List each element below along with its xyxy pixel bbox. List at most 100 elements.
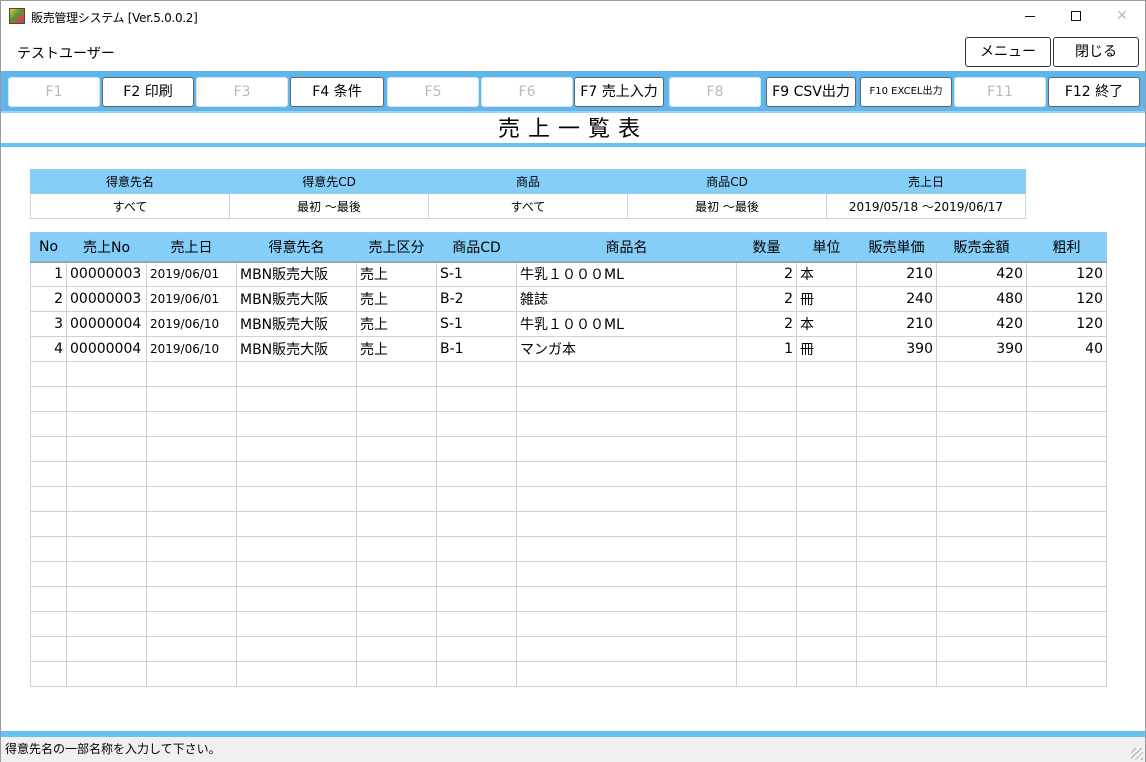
table-row[interactable]: 4 00000004 2019/06/10 MBN販売大阪 売上 B-1 マンガ本 1 冊 390… [30,336,1107,362]
table-cell [146,661,237,687]
table-cell [796,361,857,387]
fkey-f3-button[interactable]: F3 [196,77,288,107]
table-cell [796,486,857,512]
table-cell [1026,361,1107,387]
table-cell [1026,436,1107,462]
column-header[interactable]: 粗利 [1026,232,1107,262]
table-cell [356,661,437,687]
condition-value[interactable]: すべて [428,193,628,219]
table-cell: 2 [736,260,797,287]
app-window: 販売管理システム [Ver.5.0.0.2] ✕ テストユーザー メニュー 閉じ… [0,0,1146,762]
table-cell [736,436,797,462]
table-cell: 120 [1026,260,1107,287]
table-cell [146,411,237,437]
table-cell [796,461,857,487]
table-cell [936,511,1027,537]
table-cell: 120 [1026,311,1107,337]
table-cell [356,636,437,662]
table-cell [236,586,357,612]
table-row[interactable]: 3 00000004 2019/06/10 MBN販売大阪 売上 S-1 牛乳１０００ML 2… [30,311,1107,337]
status-bar: 得意先名の一部名称を入力して下さい。 [1,737,1145,762]
table-cell [146,636,237,662]
table-cell [736,461,797,487]
table-cell [936,561,1027,587]
fkey-f5-button[interactable]: F5 [387,77,479,107]
table-row[interactable]: 2 00000003 2019/06/01 MBN販売大阪 売上 B-2 雑誌 2 冊 240 48… [30,286,1107,312]
table-cell [1026,411,1107,437]
table-cell [1026,561,1107,587]
menu-button[interactable]: メニュー [965,37,1051,67]
table-cell: 冊 [796,336,857,362]
table-cell: 00000004 [66,311,147,337]
fkey-f4-button[interactable]: F4 条件 [290,77,384,107]
table-cell: 390 [936,336,1027,362]
sales-grid[interactable]: No 売上No 売上日 得意先名 売上区分 商品CD 商品名 数量 単位 販売単価 販売金額 粗利 1… [30,232,1107,687]
column-header[interactable]: 商品名 [516,232,737,262]
title-bar[interactable]: 販売管理システム [Ver.5.0.0.2] ✕ [1,1,1145,32]
table-row-empty[interactable] [30,386,1107,412]
table-cell: 牛乳１０００ML [516,260,737,287]
table-row-empty[interactable] [30,436,1107,462]
condition-value[interactable]: 最初 ～最後 [229,193,429,219]
column-header[interactable]: 売上区分 [356,232,437,262]
table-row-empty[interactable] [30,611,1107,637]
column-header[interactable]: 得意先名 [236,232,357,262]
column-header[interactable]: 単位 [796,232,857,262]
fkey-f12-button[interactable]: F12 終了 [1048,77,1140,107]
column-header[interactable]: No [30,232,67,262]
fkey-f10-button[interactable]: F10 EXCEL出力 [860,77,952,107]
fkey-f7-button[interactable]: F7 売上入力 [574,77,664,107]
column-header[interactable]: 売上No [66,232,147,262]
table-cell: 2 [736,311,797,337]
table-cell [936,611,1027,637]
maximize-button[interactable] [1053,1,1099,32]
fkey-f2-button[interactable]: F2 印刷 [102,77,194,107]
fkey-f11-button[interactable]: F11 [954,77,1046,107]
title-divider [1,143,1145,147]
table-cell [146,511,237,537]
table-cell: 売上 [356,336,437,362]
column-header[interactable]: 販売金額 [936,232,1027,262]
table-row-empty[interactable] [30,461,1107,487]
fkey-f6-button[interactable]: F6 [481,77,573,107]
column-header[interactable]: 数量 [736,232,797,262]
resize-grip-icon[interactable] [1131,748,1143,760]
table-row-empty[interactable] [30,361,1107,387]
close-button[interactable]: 閉じる [1053,37,1139,67]
column-header[interactable]: 商品CD [436,232,517,262]
table-row-empty[interactable] [30,586,1107,612]
table-cell: 210 [856,260,937,287]
table-row[interactable]: 1 00000003 2019/06/01 MBN販売大阪 売上 S-1 牛乳１０００ML 2… [30,260,1107,287]
table-row-empty[interactable] [30,661,1107,687]
table-cell [856,636,937,662]
table-row-empty[interactable] [30,636,1107,662]
table-row-empty[interactable] [30,536,1107,562]
table-cell: 1 [30,260,67,287]
table-cell [30,386,67,412]
table-cell [516,411,737,437]
column-header[interactable]: 売上日 [146,232,237,262]
table-cell [436,611,517,637]
table-cell [736,561,797,587]
column-header[interactable]: 販売単価 [856,232,937,262]
condition-value[interactable]: 2019/05/18 ～2019/06/17 [826,193,1026,219]
table-cell [516,461,737,487]
table-cell [856,386,937,412]
table-row-empty[interactable] [30,561,1107,587]
close-window-button[interactable]: ✕ [1099,1,1145,32]
fkey-f8-button[interactable]: F8 [669,77,761,107]
table-cell [236,536,357,562]
table-row-empty[interactable] [30,511,1107,537]
table-cell: 240 [856,286,937,312]
table-cell [936,361,1027,387]
fkey-f9-button[interactable]: F9 CSV出力 [766,77,856,107]
table-cell [30,511,67,537]
condition-value[interactable]: すべて [30,193,230,219]
table-cell [146,486,237,512]
table-row-empty[interactable] [30,411,1107,437]
table-cell [356,461,437,487]
condition-value[interactable]: 最初 ～最後 [627,193,827,219]
fkey-f1-button[interactable]: F1 [8,77,100,107]
table-row-empty[interactable] [30,486,1107,512]
minimize-button[interactable] [1007,1,1053,32]
